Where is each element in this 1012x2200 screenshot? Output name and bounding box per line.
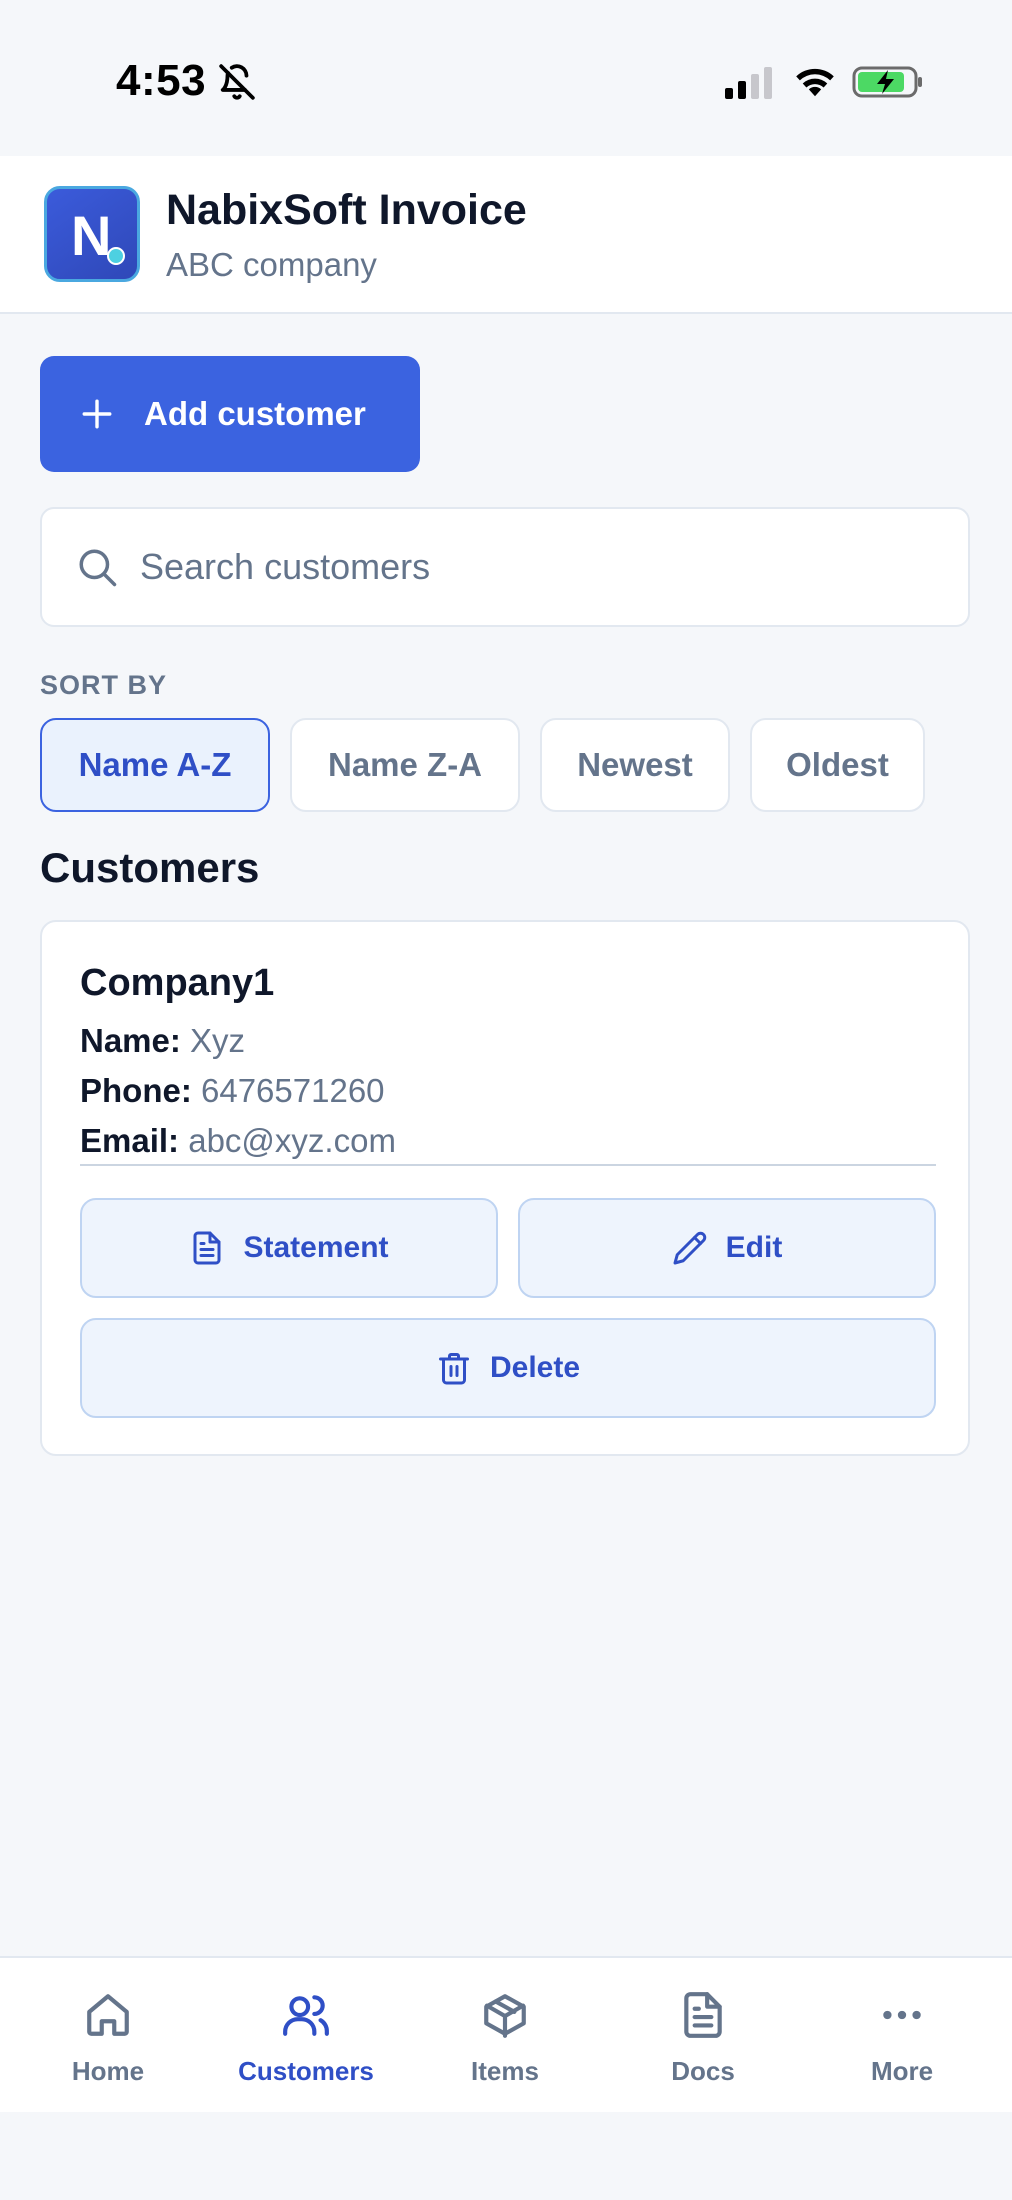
home-indicator-area — [0, 2112, 1012, 2200]
nav-items[interactable]: Items — [425, 1958, 585, 2114]
name-label: Name: — [80, 1022, 181, 1059]
phone-label: Phone: — [80, 1072, 192, 1109]
statement-button[interactable]: Statement — [80, 1198, 498, 1298]
more-icon — [883, 2010, 921, 2020]
nav-docs-label: Docs — [671, 2056, 735, 2086]
users-icon — [283, 1995, 329, 2036]
trash-icon — [438, 1353, 469, 1385]
add-customer-button[interactable]: Add customer — [40, 356, 420, 472]
customer-name-value: Xyz — [190, 1022, 246, 1059]
customer-email-value: abc@xyz.com — [188, 1122, 396, 1159]
customer-name-row: Name: Xyz — [80, 1022, 245, 1060]
edit-label: Edit — [725, 1231, 783, 1264]
logo-check-icon — [107, 247, 125, 265]
sort-name-z-a-chip[interactable]: Name Z-A — [290, 718, 520, 812]
sort-by-label: SORT BY — [40, 670, 168, 700]
document-icon — [193, 1231, 221, 1265]
customer-email-row: Email: abc@xyz.com — [80, 1122, 396, 1160]
app-logo: N — [44, 186, 140, 282]
customer-phone-value: 6476571260 — [201, 1072, 385, 1109]
status-time: 4:53 — [116, 56, 207, 105]
battery-charging-icon — [852, 66, 922, 98]
document-icon — [684, 1992, 722, 2038]
search-icon — [79, 549, 117, 587]
box-icon — [484, 1994, 526, 2038]
home-icon — [87, 1994, 129, 2036]
delete-button[interactable]: Delete — [80, 1318, 936, 1418]
app-header: N NabixSoft Invoice ABC company — [0, 156, 1012, 314]
add-customer-label: Add customer — [144, 395, 366, 432]
bell-off-icon — [219, 64, 255, 100]
edit-button[interactable]: Edit — [518, 1198, 936, 1298]
nav-more[interactable]: More — [822, 1958, 982, 2114]
sort-options: Name A-Z Name Z-A Newest Oldest — [0, 718, 1012, 814]
nav-docs[interactable]: Docs — [623, 1958, 783, 2114]
card-divider — [80, 1164, 936, 1166]
sort-newest-chip[interactable]: Newest — [540, 718, 730, 812]
email-label: Email: — [80, 1122, 180, 1159]
nav-home-label: Home — [71, 2056, 145, 2086]
nav-items-label: Items — [471, 2056, 539, 2086]
plus-icon — [82, 399, 112, 429]
company-name: ABC company — [166, 246, 377, 283]
pencil-icon — [673, 1231, 706, 1265]
nav-customers-label: Customers — [238, 2056, 374, 2086]
customers-section-title: Customers — [40, 844, 260, 891]
signal-icon — [725, 67, 772, 99]
wifi-icon — [796, 68, 834, 97]
bottom-nav: Home Customers Items Docs More — [0, 1956, 1012, 2112]
customer-company: Company1 — [80, 962, 275, 1004]
customer-phone-row: Phone: 6476571260 — [80, 1072, 385, 1110]
search-box[interactable] — [40, 507, 970, 627]
delete-label: Delete — [489, 1351, 581, 1384]
status-bar: 4:53 — [0, 0, 1012, 156]
sort-name-a-z-chip[interactable]: Name A-Z — [40, 718, 270, 812]
statement-label: Statement — [243, 1231, 389, 1264]
nav-customers[interactable]: Customers — [226, 1958, 386, 2114]
nav-more-label: More — [870, 2056, 934, 2086]
app-title: NabixSoft Invoice — [166, 186, 527, 234]
logo-letter: N — [71, 204, 112, 267]
sort-oldest-chip[interactable]: Oldest — [750, 718, 925, 812]
search-input[interactable] — [140, 546, 940, 588]
nav-home[interactable]: Home — [28, 1958, 188, 2114]
customer-card: Company1 Name: Xyz Phone: 6476571260 Ema… — [40, 920, 970, 1456]
